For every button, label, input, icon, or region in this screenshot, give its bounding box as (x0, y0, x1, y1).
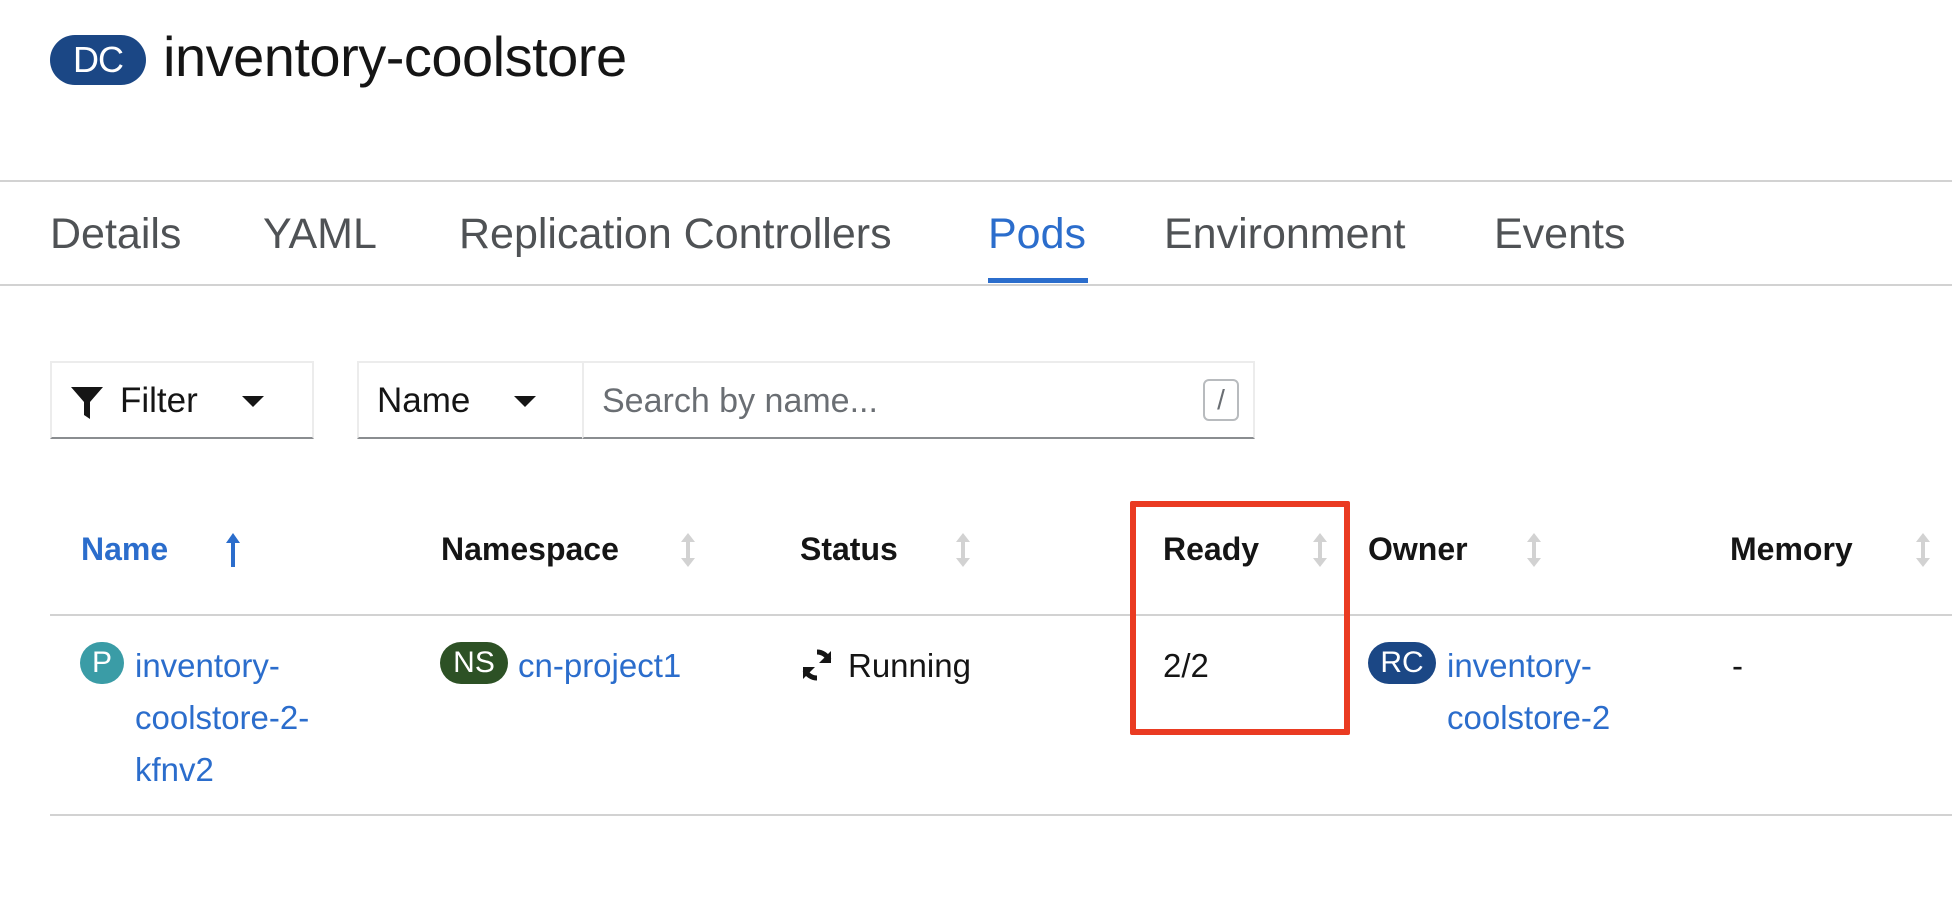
caret-down-icon (242, 396, 264, 407)
column-header-name[interactable]: Name (81, 527, 168, 571)
search-box: / (582, 361, 1255, 439)
pod-name-line: coolstore-2- (135, 699, 310, 736)
resource-type-badge: DC (50, 35, 146, 85)
sync-icon (802, 649, 832, 681)
caret-down-icon (514, 396, 536, 407)
search-input[interactable] (602, 377, 1162, 425)
keyboard-shortcut-hint: / (1203, 379, 1239, 421)
pod-badge: P (80, 642, 124, 684)
owner-name-line: coolstore-2 (1447, 699, 1611, 736)
column-header-ready[interactable]: Ready (1163, 527, 1259, 571)
table-row-divider (50, 814, 1952, 816)
pod-name-line: kfnv2 (135, 751, 214, 788)
tab-replication-controllers[interactable]: Replication Controllers (459, 206, 892, 262)
sort-icon[interactable] (954, 531, 972, 569)
namespace-badge: NS (440, 642, 508, 684)
tab-events[interactable]: Events (1494, 206, 1625, 262)
table-header-divider (50, 614, 1952, 616)
ready-value: 2/2 (1163, 647, 1209, 684)
tab-yaml[interactable]: YAML (263, 206, 377, 262)
column-header-status[interactable]: Status (800, 527, 898, 571)
tab-environment[interactable]: Environment (1164, 206, 1405, 262)
attribute-select-value: Name (377, 381, 471, 420)
sort-icon[interactable] (1525, 531, 1543, 569)
filter-dropdown-button[interactable]: Filter (50, 361, 314, 439)
sort-icon[interactable] (1914, 531, 1932, 569)
pod-name-line: inventory- (135, 647, 280, 684)
sort-ascending-icon[interactable] (224, 531, 242, 569)
tabs-divider (0, 284, 1952, 286)
tab-bar: Details YAML Replication Controllers Pod… (0, 182, 1952, 285)
tab-pods[interactable]: Pods (988, 206, 1086, 262)
filter-label: Filter (120, 381, 198, 420)
tab-details[interactable]: Details (50, 206, 181, 262)
page-title: inventory-coolstore (163, 25, 627, 88)
replication-controller-badge: RC (1368, 642, 1436, 684)
pod-name-link[interactable]: inventory- coolstore-2- kfnv2 (135, 640, 365, 796)
memory-value: - (1732, 647, 1743, 684)
status-text: Running (848, 647, 971, 684)
owner-name-line: inventory- (1447, 647, 1592, 684)
owner-link[interactable]: inventory- coolstore-2 (1447, 640, 1667, 744)
column-header-namespace[interactable]: Namespace (441, 527, 619, 571)
column-header-owner[interactable]: Owner (1368, 527, 1468, 571)
filter-icon (71, 387, 103, 419)
active-tab-indicator (988, 278, 1088, 283)
sort-icon[interactable] (679, 531, 697, 569)
namespace-link[interactable]: cn-project1 (518, 640, 681, 692)
sort-icon[interactable] (1311, 531, 1329, 569)
column-header-memory[interactable]: Memory (1730, 527, 1853, 571)
attribute-select[interactable]: Name (357, 361, 584, 439)
